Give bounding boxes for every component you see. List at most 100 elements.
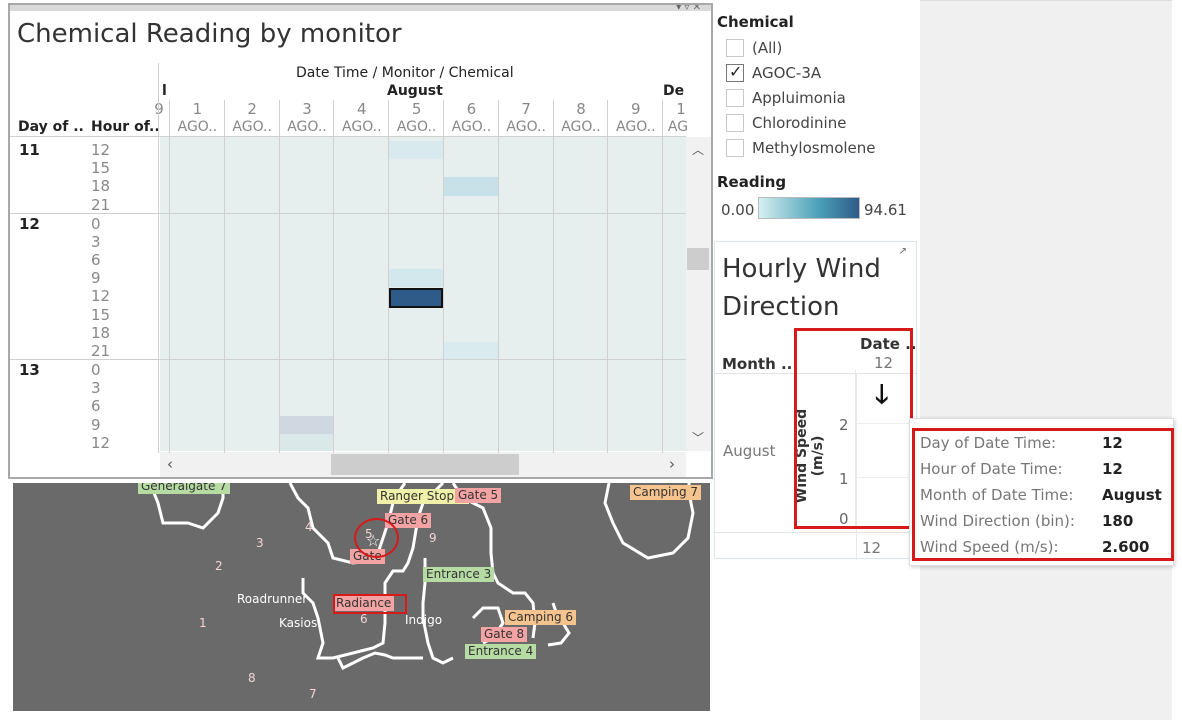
- day-header: 4: [357, 100, 367, 118]
- tooltip-key: Wind Direction (bin):: [920, 512, 1075, 530]
- filter-checkbox[interactable]: [726, 39, 744, 57]
- month-header-right: De: [663, 83, 685, 99]
- map-label-camping7[interactable]: Camping 7: [630, 485, 702, 500]
- heatmap-cell[interactable]: [279, 433, 334, 451]
- filter-option-label[interactable]: Chlorodinine: [752, 114, 846, 132]
- map-label-gate5[interactable]: Gate 5: [455, 488, 502, 503]
- highlight-radiance-box: [333, 594, 407, 614]
- tooltip-key: Day of Date Time:: [920, 434, 1056, 452]
- tooltip-key: Hour of Date Time:: [920, 460, 1063, 478]
- row-header-day[interactable]: Day of ..: [18, 119, 84, 135]
- heatmap-cell[interactable]: [279, 415, 334, 434]
- filter-option-label[interactable]: Appluimonia: [752, 89, 846, 107]
- chem-header: AGO..: [506, 119, 546, 135]
- chem-header: AGO..: [396, 119, 437, 135]
- filter-checkbox[interactable]: [726, 114, 744, 132]
- filter-checkbox[interactable]: [726, 89, 744, 107]
- vertical-scrollbar[interactable]: [686, 137, 711, 451]
- chem-header: AGO..: [561, 119, 601, 135]
- heatmap-panel: ▾ ▿ ✕ Chemical Reading by monitor Date T…: [8, 3, 713, 479]
- sensor-7[interactable]: 7: [309, 687, 317, 701]
- hour-row-label: 21: [91, 195, 111, 214]
- vertical-scroll-thumb[interactable]: [687, 248, 709, 270]
- day-header: 5: [411, 100, 422, 118]
- scroll-right-icon[interactable]: ›: [665, 455, 679, 473]
- dashboard-background: [920, 0, 1172, 720]
- heatmap-cell[interactable]: [389, 269, 443, 288]
- chem-header: AGO..: [287, 119, 327, 135]
- day-header: 6: [466, 100, 477, 118]
- day-row-label: 12: [19, 214, 40, 233]
- heatmap-cell[interactable]: [444, 342, 498, 361]
- chem-header: AGO..: [232, 119, 272, 135]
- sensor-8[interactable]: 8: [248, 671, 256, 685]
- sensor-2[interactable]: 2: [215, 559, 223, 573]
- hour-row-label: 9: [91, 269, 101, 288]
- hour-row-label: 12: [91, 141, 111, 159]
- scroll-left-icon[interactable]: ‹: [163, 455, 177, 473]
- chemical-filter-title: Chemical: [717, 13, 794, 31]
- hour-row-label: 18: [91, 323, 111, 342]
- panel-drag-bar[interactable]: [10, 5, 711, 11]
- filter-option-label[interactable]: Methylosmolene: [752, 139, 876, 157]
- day-header: 8: [576, 100, 586, 118]
- tooltip-value: 2.600: [1102, 538, 1150, 556]
- map-label-entrance3[interactable]: Entrance 3: [423, 567, 495, 582]
- month-header-left: l: [162, 83, 167, 99]
- sensor-9[interactable]: 9: [429, 531, 437, 545]
- tooltip-value: August: [1102, 486, 1162, 504]
- month-row-header: Month ..: [722, 355, 793, 373]
- checkmark-icon: ✓: [729, 62, 743, 81]
- map-label-camping6[interactable]: Camping 6: [505, 610, 577, 625]
- filter-checkbox[interactable]: [726, 139, 744, 157]
- day-row-label: 11: [19, 141, 40, 159]
- month-row-value: August: [723, 442, 776, 460]
- day-header: 7: [521, 100, 531, 118]
- sensor-4[interactable]: 4: [305, 520, 313, 534]
- filter-option-label[interactable]: (All): [752, 39, 782, 57]
- sensor-3[interactable]: 3: [256, 536, 264, 550]
- day-header-partial: 9: [154, 100, 164, 118]
- filter-checkbox[interactable]: ✓: [726, 62, 744, 82]
- legend-min: 0.00: [721, 201, 755, 219]
- open-external-icon[interactable]: ↗: [899, 246, 907, 257]
- highlighted-heatmap-cell[interactable]: [389, 288, 443, 308]
- month-header: August: [387, 83, 443, 99]
- scroll-up-icon[interactable]: ︿: [688, 141, 708, 158]
- hour-row-label: 0: [91, 214, 101, 233]
- chem-header-partial-right: AG: [667, 119, 689, 135]
- day-header: 3: [302, 100, 312, 118]
- tooltip-key: Month of Date Time:: [920, 486, 1074, 504]
- reading-legend-title: Reading: [717, 173, 787, 191]
- hour-row-label: 21: [91, 342, 111, 360]
- highlight-wind-box: [794, 328, 913, 529]
- chem-header: AGO..: [616, 119, 656, 135]
- map-text-roadrunner[interactable]: Roadrunner: [237, 592, 307, 606]
- hour-row-label: 12: [91, 433, 111, 452]
- sensor-6[interactable]: 6: [360, 612, 368, 626]
- day-header: 2: [247, 100, 257, 118]
- hour-row-label: 15: [91, 159, 111, 178]
- panel-controls-icon[interactable]: ▾ ▿ ✕: [676, 5, 701, 13]
- bottom-day-label: 12: [862, 539, 882, 557]
- sensor-1[interactable]: 1: [199, 616, 207, 630]
- horizontal-scroll-thumb[interactable]: [331, 454, 519, 475]
- wind-title: Hourly Wind Direction: [722, 254, 881, 322]
- map-label-entrance4[interactable]: Entrance 4: [465, 644, 537, 659]
- map-text-kasios[interactable]: Kasios: [279, 616, 317, 630]
- heatmap-cell[interactable]: [444, 177, 498, 196]
- tooltip-key: Wind Speed (m/s):: [920, 538, 1059, 556]
- map-label-gate8[interactable]: Gate 8: [481, 627, 528, 642]
- chem-header: AGO..: [342, 119, 382, 135]
- tooltip-value: 12: [1102, 434, 1123, 452]
- map-text-indigo[interactable]: Indigo: [405, 613, 442, 627]
- map-label-generalgate[interactable]: Generalgate 7: [138, 483, 230, 494]
- day-header: 9: [631, 100, 641, 118]
- filter-option-label[interactable]: AGOC-3A: [752, 64, 821, 82]
- row-header-hour[interactable]: Hour of..: [91, 119, 160, 135]
- heatmap-cell[interactable]: [389, 141, 443, 160]
- park-map[interactable]: Generalgate 7 Ranger Stop 6 Gate 5 Campi…: [13, 483, 710, 711]
- hour-row-label: 3: [91, 379, 101, 398]
- highlight-circle: [354, 518, 399, 558]
- scroll-down-icon[interactable]: ﹀: [688, 429, 708, 446]
